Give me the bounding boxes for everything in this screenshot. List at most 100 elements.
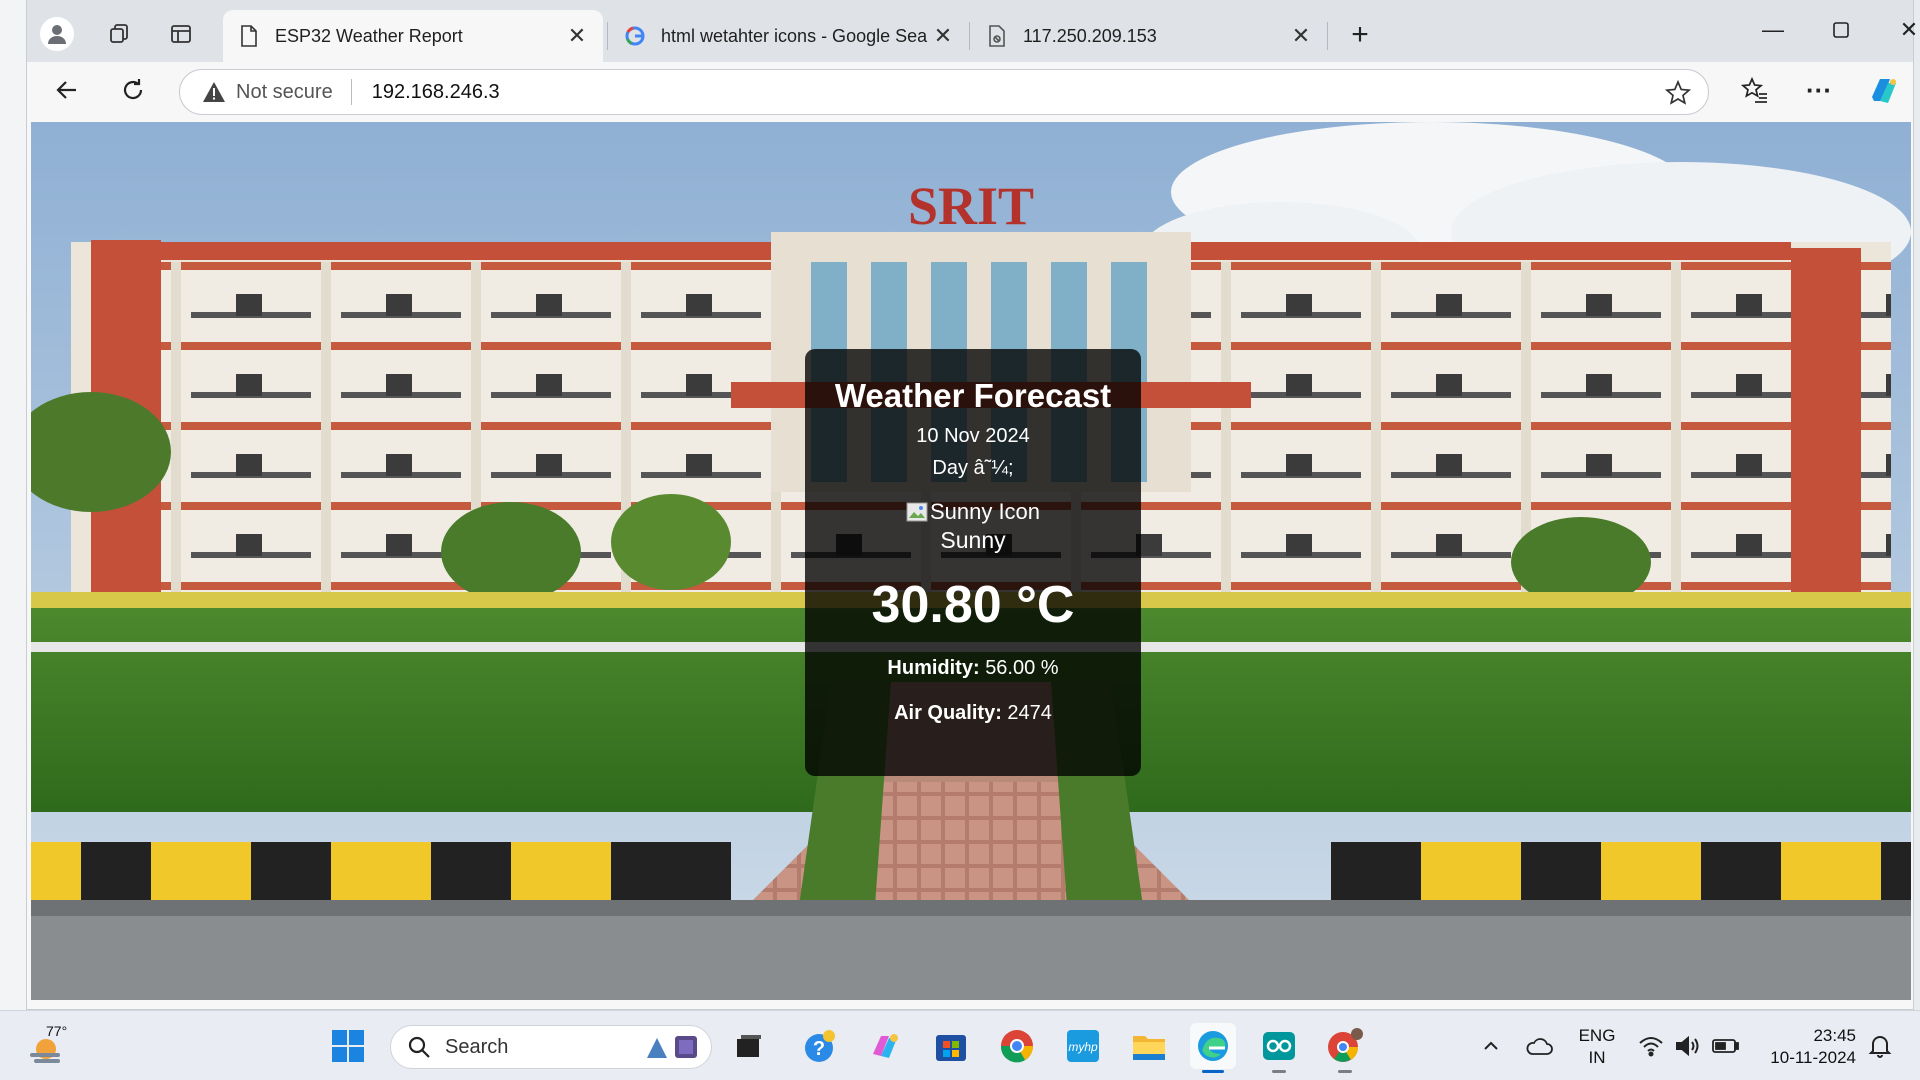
humidity-label: Humidity: <box>887 657 980 679</box>
back-arrow-icon <box>56 81 76 99</box>
srit-sign: SRIT <box>908 176 1034 236</box>
taskbar-chrome[interactable] <box>994 1023 1040 1069</box>
tab-separator <box>607 22 608 50</box>
humidity-value: 56.00 % <box>985 657 1059 679</box>
taskbar-search[interactable]: Search <box>390 1025 712 1069</box>
close-tab-icon[interactable]: ✕ <box>931 23 955 48</box>
back-button[interactable] <box>47 70 87 110</box>
search-icon <box>408 1036 430 1058</box>
desktop-edge-left <box>0 0 26 1010</box>
taskbar-edge[interactable] <box>1190 1023 1236 1073</box>
onedrive-button[interactable] <box>1516 1023 1562 1069</box>
refresh-icon <box>123 79 143 100</box>
tab-separator <box>1327 22 1328 50</box>
running-indicator <box>1272 1070 1286 1073</box>
warning-icon[interactable] <box>202 80 226 104</box>
search-highlight-icon <box>647 1036 697 1058</box>
taskbar-copilot[interactable] <box>862 1023 908 1069</box>
arduino-icon <box>1263 1032 1295 1060</box>
close-tab-icon[interactable]: ✕ <box>565 23 589 48</box>
running-indicator <box>1338 1070 1352 1073</box>
tab-ip-address[interactable]: 117.250.209.153 ✕ <box>971 10 1327 62</box>
taskbar-chrome-profile[interactable] <box>1322 1023 1368 1073</box>
taskbar-task-view[interactable] <box>726 1023 772 1069</box>
onedrive-cloud-icon <box>1526 1038 1553 1055</box>
url-text[interactable]: 192.168.246.3 <box>372 81 500 104</box>
tab-actions-icon[interactable] <box>163 16 199 52</box>
quick-settings-button[interactable] <box>1630 1023 1748 1069</box>
chrome-icon <box>1000 1030 1034 1063</box>
address-bar[interactable]: Not secure 192.168.246.3 <box>179 69 1709 115</box>
new-tab-button[interactable]: + <box>1341 18 1379 52</box>
page-icon <box>237 24 261 48</box>
maximize-button[interactable] <box>1811 10 1871 50</box>
language-indicator[interactable]: ENG IN <box>1570 1025 1624 1069</box>
weather-widget[interactable]: 77° <box>26 1021 86 1071</box>
volume-icon <box>1676 1035 1699 1057</box>
svg-text:myhp: myhp <box>1068 1040 1098 1054</box>
language-code: ENG <box>1578 1026 1616 1045</box>
more-menu-button[interactable]: ··· <box>1799 70 1839 110</box>
tab-separator <box>969 22 970 50</box>
notifications-button[interactable] <box>1860 1023 1900 1069</box>
refresh-button[interactable] <box>113 70 153 110</box>
svg-text:?: ? <box>813 1038 825 1060</box>
page-viewport: SRIT Weather Forecast 10 Nov 2024 Day â˜… <box>31 122 1911 1000</box>
taskbar-store[interactable] <box>928 1023 974 1069</box>
broken-page-icon <box>985 24 1009 48</box>
plus-icon: + <box>1351 18 1369 51</box>
store-icon <box>936 1035 966 1061</box>
curb-right <box>1331 842 1911 900</box>
favorites-button[interactable] <box>1735 70 1775 110</box>
region-code: IN <box>1588 1048 1606 1067</box>
navigation-toolbar: Not secure 192.168.246.3 ··· <box>27 62 1913 120</box>
weather-forecast-card: Weather Forecast 10 Nov 2024 Day â˜¼; Su… <box>805 349 1141 776</box>
minimize-button[interactable]: — <box>1743 10 1803 50</box>
task-view-icon <box>737 1035 761 1057</box>
browser-window: ESP32 Weather Report ✕ html wetahter ico… <box>26 0 1918 1010</box>
air-quality-row: Air Quality: 2474 <box>805 702 1141 725</box>
broken-image-icon <box>906 502 928 522</box>
workspaces-icon[interactable] <box>101 16 137 52</box>
myhp-icon: myhp <box>1067 1030 1099 1062</box>
copilot-button[interactable] <box>1863 70 1903 110</box>
tab-bar: ESP32 Weather Report ✕ html wetahter ico… <box>27 0 1918 62</box>
profile-button[interactable] <box>39 16 75 52</box>
forecast-date: 10 Nov 2024 <box>916 425 1030 447</box>
favorites-list-icon <box>1741 77 1767 103</box>
close-window-button[interactable]: ✕ <box>1879 10 1920 50</box>
tab-title: 117.250.209.153 <box>1023 25 1157 46</box>
start-button[interactable] <box>325 1023 371 1069</box>
clock[interactable]: 23:45 10-11-2024 <box>1760 1025 1856 1069</box>
windows-start-icon <box>332 1030 364 1062</box>
forecast-day: Day â˜¼; <box>932 457 1014 479</box>
tab-title: ESP32 Weather Report <box>275 25 463 46</box>
close-icon: ✕ <box>1899 17 1919 42</box>
notification-bell-icon <box>1868 1036 1892 1058</box>
taskbar-file-explorer[interactable] <box>1126 1023 1172 1069</box>
taskbar-arduino[interactable] <box>1256 1023 1302 1073</box>
copilot-app-icon <box>873 1034 898 1058</box>
help-icon: ? <box>805 1030 835 1062</box>
profile-icon <box>40 17 74 51</box>
weather-widget-temp: 77° <box>46 1023 68 1039</box>
taskbar-myhp[interactable]: myhp <box>1060 1023 1106 1069</box>
chevron-up-icon <box>1484 1041 1498 1050</box>
battery-icon <box>1712 1039 1739 1053</box>
google-icon <box>623 24 647 48</box>
weather-condition: Sunny <box>940 527 1006 553</box>
taskbar-help[interactable]: ? <box>796 1023 842 1069</box>
humidity-row: Humidity: 56.00 % <box>805 657 1141 680</box>
address-divider <box>350 79 352 105</box>
wifi-icon <box>1639 1037 1663 1057</box>
favorite-star-icon[interactable] <box>1664 79 1692 107</box>
active-indicator <box>1202 1070 1224 1073</box>
close-tab-icon[interactable]: ✕ <box>1289 23 1313 48</box>
security-label[interactable]: Not secure <box>236 81 333 104</box>
tab-esp32-weather[interactable]: ESP32 Weather Report ✕ <box>223 10 603 62</box>
clock-time: 23:45 <box>1813 1026 1856 1045</box>
clock-date: 10-11-2024 <box>1770 1048 1856 1067</box>
show-hidden-icons-button[interactable] <box>1468 1023 1514 1069</box>
search-placeholder: Search <box>445 1035 509 1058</box>
tab-google-search[interactable]: html wetahter icons - Google Sea ✕ <box>609 10 969 62</box>
